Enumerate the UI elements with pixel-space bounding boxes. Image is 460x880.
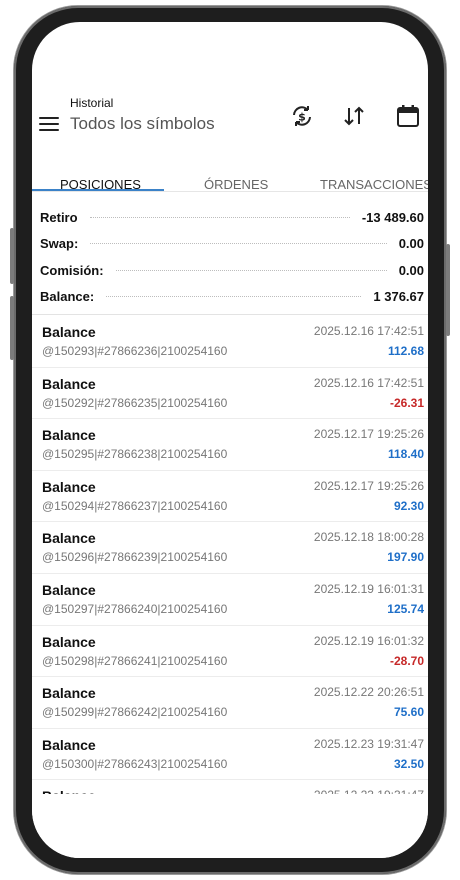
volume-up-button bbox=[10, 228, 14, 284]
list-item[interactable]: Balance @150295|#27866238|2100254160 2025.… bbox=[32, 419, 428, 471]
dotted-leader bbox=[106, 296, 362, 298]
deal-amount: -28.70 bbox=[389, 653, 424, 668]
deal-amount: 92.30 bbox=[393, 498, 424, 513]
deal-time: 2025.12.19 16:01:31 bbox=[313, 581, 424, 596]
top-bar: Historial Todos los símbolos $ bbox=[32, 96, 428, 156]
deal-amount: 197.90 bbox=[387, 550, 424, 565]
deal-name: Balance bbox=[42, 736, 96, 753]
deal-ids: @150300|#27866243|2100254160 bbox=[42, 756, 228, 771]
deal-ids: @150298|#27866241|2100254160 bbox=[42, 653, 228, 668]
summary-row-swap: Swap: 0.00 bbox=[40, 231, 424, 258]
list-item[interactable]: Balance @150292|#27866235|2100254160 2025.… bbox=[32, 368, 428, 420]
deal-ids: @150292|#27866235|2100254160 bbox=[42, 395, 228, 410]
deal-time: 2025.12.16 17:42:51 bbox=[313, 375, 424, 390]
list-item[interactable]: Balance @150293|#27866236|2100254160 2025.… bbox=[32, 316, 428, 368]
list-item[interactable]: Balance @150297|#27866240|2100254160 2025.… bbox=[32, 574, 428, 626]
deal-name: Balance bbox=[42, 633, 96, 650]
deal-ids: @150294|#27866237|2100254160 bbox=[42, 498, 228, 513]
list-item[interactable]: Balance @150300|#27866243|2100254160 2025.… bbox=[32, 729, 428, 781]
deal-time: 2025.12.22 20:26:51 bbox=[313, 685, 424, 700]
deal-ids: @150297|#27866240|2100254160 bbox=[42, 601, 228, 616]
summary-value: 0.00 bbox=[392, 236, 424, 252]
deal-name: Balance bbox=[42, 685, 96, 702]
list-item[interactable]: Balance @150296|#27866239|2100254160 2025.… bbox=[32, 522, 428, 574]
dotted-leader bbox=[90, 243, 387, 245]
summary-row-commission: Comisión: 0.00 bbox=[40, 257, 424, 284]
screen-bottom-area bbox=[32, 794, 428, 858]
deal-name: Balance bbox=[42, 427, 96, 444]
svg-text:$: $ bbox=[298, 111, 306, 124]
summary-divider bbox=[32, 314, 428, 315]
hamburger-menu-icon[interactable] bbox=[39, 117, 59, 131]
list-item[interactable]: Balance @150298|#27866241|2100254160 2025.… bbox=[32, 626, 428, 678]
page-subtitle: Historial bbox=[70, 96, 114, 110]
deals-list: Balance @150293|#27866236|2100254160 2025.… bbox=[32, 316, 428, 832]
list-item[interactable]: Balance @150294|#27866237|2100254160 2025.… bbox=[32, 471, 428, 523]
app-screen: Historial Todos los símbolos $ POSICIONE… bbox=[32, 22, 428, 858]
deal-ids: @150293|#27866236|2100254160 bbox=[42, 344, 228, 358]
deal-ids: @150296|#27866239|2100254160 bbox=[42, 550, 228, 565]
deal-ids: @150299|#27866242|2100254160 bbox=[42, 705, 228, 720]
summary-value: -13 489.60 bbox=[355, 209, 424, 225]
deal-amount: 118.40 bbox=[387, 447, 424, 462]
deal-ids: @150295|#27866238|2100254160 bbox=[42, 447, 228, 462]
deal-amount: 112.68 bbox=[387, 344, 424, 358]
summary-label: Swap: bbox=[40, 236, 85, 252]
deal-name: Balance bbox=[42, 375, 96, 392]
summary-label: Comisión: bbox=[40, 262, 110, 278]
deal-amount: 125.74 bbox=[387, 601, 424, 616]
dotted-leader bbox=[89, 216, 350, 218]
summary-row-balance: Balance: 1 376.67 bbox=[40, 284, 424, 311]
deal-amount: 32.50 bbox=[393, 756, 424, 771]
deal-name: Balance bbox=[42, 324, 96, 340]
deal-time: 2025.12.16 17:42:51 bbox=[313, 324, 424, 338]
deal-name: Balance bbox=[42, 478, 96, 495]
summary-row-withdrawal: Retiro -13 489.60 bbox=[40, 204, 424, 231]
active-tab-indicator bbox=[32, 189, 164, 191]
calendar-icon[interactable] bbox=[394, 102, 422, 130]
sort-icon[interactable] bbox=[340, 102, 368, 130]
deal-time: 2025.12.17 19:25:26 bbox=[313, 427, 424, 442]
sync-currency-icon[interactable]: $ bbox=[288, 102, 316, 130]
deal-time: 2025.12.18 18:00:28 bbox=[313, 530, 424, 545]
deal-name: Balance bbox=[42, 530, 96, 547]
deal-time: 2025.12.17 19:25:26 bbox=[313, 478, 424, 493]
summary-label: Balance: bbox=[40, 289, 101, 305]
symbol-filter-title[interactable]: Todos los símbolos bbox=[70, 114, 215, 134]
tabs-divider bbox=[32, 191, 428, 192]
summary-label: Retiro bbox=[40, 209, 84, 225]
deal-time: 2025.12.19 16:01:32 bbox=[313, 633, 424, 648]
summary-value: 1 376.67 bbox=[367, 289, 424, 305]
summary-value: 0.00 bbox=[392, 262, 424, 278]
volume-down-button bbox=[10, 296, 14, 360]
deal-time: 2025.12.23 19:31:47 bbox=[313, 736, 424, 751]
power-button bbox=[446, 244, 450, 336]
deal-name: Balance bbox=[42, 581, 96, 598]
list-item[interactable]: Balance @150299|#27866242|2100254160 2025.… bbox=[32, 677, 428, 729]
account-summary: Retiro -13 489.60 Swap: 0.00 Comisión: 0… bbox=[40, 204, 424, 310]
deal-amount: 75.60 bbox=[393, 705, 424, 720]
dotted-leader bbox=[115, 269, 387, 271]
deal-amount: -26.31 bbox=[389, 395, 424, 410]
